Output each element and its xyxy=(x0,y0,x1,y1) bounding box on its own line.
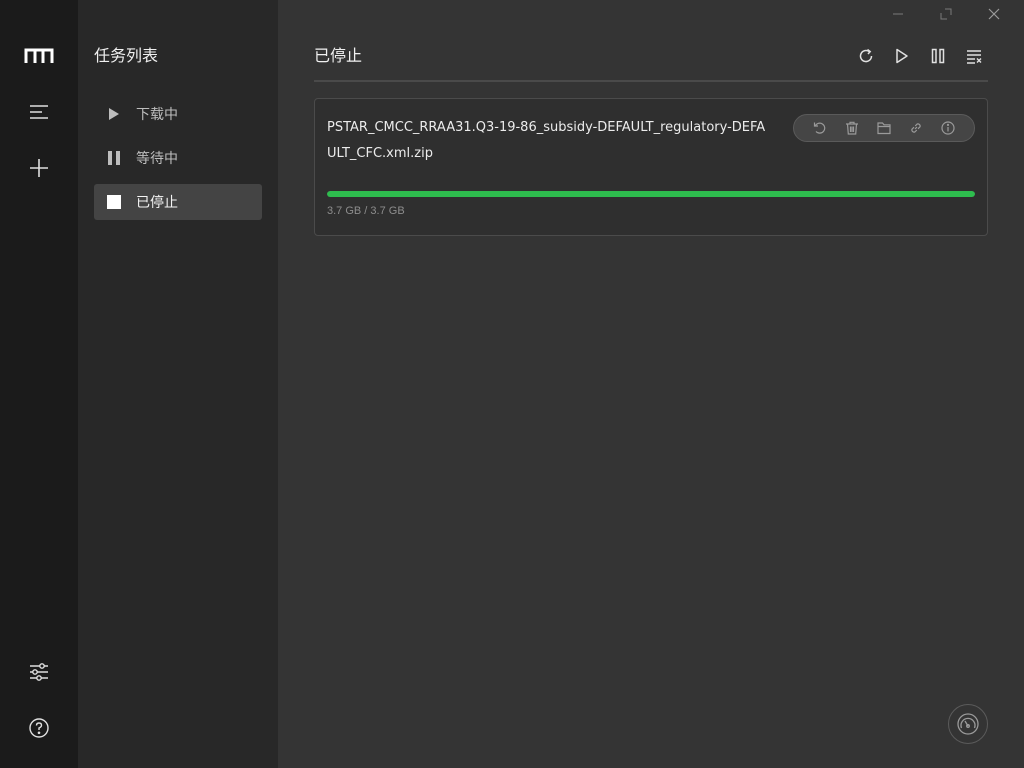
window-controls xyxy=(874,4,1018,24)
play-icon xyxy=(94,107,134,121)
delete-icon[interactable] xyxy=(842,118,862,138)
task-filter-downloading[interactable]: 下载中 xyxy=(94,96,262,132)
restart-icon[interactable] xyxy=(810,118,830,138)
task-filter-label: 已停止 xyxy=(136,195,178,211)
task-filter-stopped[interactable]: 已停止 xyxy=(94,184,262,220)
task-toolbar xyxy=(852,42,988,70)
speedometer-icon[interactable] xyxy=(948,704,988,744)
folder-icon[interactable] xyxy=(874,118,894,138)
play-icon[interactable] xyxy=(888,42,916,70)
pause-icon[interactable] xyxy=(924,42,952,70)
progress-bar xyxy=(327,191,975,197)
clear-list-icon[interactable] xyxy=(960,42,988,70)
task-size: 3.7 GB / 3.7 GB xyxy=(327,205,405,217)
logo-icon[interactable] xyxy=(19,36,59,76)
pause-icon xyxy=(94,151,134,165)
task-filter-label: 下载中 xyxy=(136,107,178,123)
task-filename: PSTAR_CMCC_RRAA31.Q3-19-86_subsidy-DEFAU… xyxy=(327,120,766,161)
link-icon[interactable] xyxy=(906,118,926,138)
help-icon[interactable] xyxy=(19,708,59,748)
refresh-icon[interactable] xyxy=(852,42,880,70)
task-actions xyxy=(793,114,975,142)
info-icon[interactable] xyxy=(938,118,958,138)
task-filter-waiting[interactable]: 等待中 xyxy=(94,140,262,176)
close-icon[interactable] xyxy=(970,4,1018,24)
page-title: 已停止 xyxy=(314,46,363,65)
header-divider xyxy=(314,80,988,82)
stop-icon xyxy=(94,195,134,209)
task-list-title: 任务列表 xyxy=(94,46,159,65)
plus-icon[interactable] xyxy=(19,148,59,188)
progress-fill xyxy=(327,191,975,197)
app-rail xyxy=(0,0,78,768)
maximize-icon[interactable] xyxy=(922,4,970,24)
task-item[interactable]: PSTAR_CMCC_RRAA31.Q3-19-86_subsidy-DEFAU… xyxy=(314,98,988,236)
sliders-icon[interactable] xyxy=(19,652,59,692)
main-content: 已停止 PSTAR_CMCC_RRAA31.Q3-19-86_subsidy-D… xyxy=(278,0,1024,768)
task-list-panel: 任务列表 下载中 等待中 已停止 xyxy=(78,0,278,768)
task-filter-label: 等待中 xyxy=(136,151,178,167)
minimize-icon[interactable] xyxy=(874,4,922,24)
menu-icon[interactable] xyxy=(19,92,59,132)
